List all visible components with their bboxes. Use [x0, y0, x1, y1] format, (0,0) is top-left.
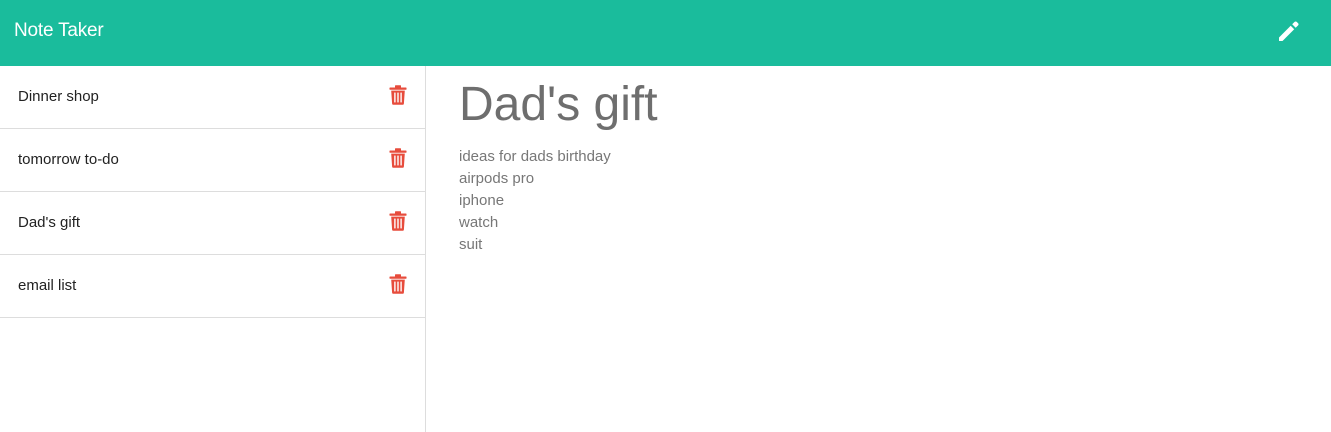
note-list-item-tomorrow-to-do[interactable]: tomorrow to-do	[0, 129, 425, 192]
note-list-item-dads-gift[interactable]: Dad's gift	[0, 192, 425, 255]
navbar: Note Taker	[0, 0, 1331, 66]
note-list-item-title: tomorrow to-do	[18, 151, 119, 168]
new-note-button[interactable]	[1271, 13, 1307, 49]
note-list: Dinner shop tomorrow to-do Dad's gift em…	[0, 66, 425, 318]
trash-icon[interactable]	[389, 211, 407, 231]
notes-sidebar: Dinner shop tomorrow to-do Dad's gift em…	[0, 66, 426, 432]
trash-icon[interactable]	[389, 148, 407, 168]
note-list-item-email-list[interactable]: email list	[0, 255, 425, 318]
note-list-item-title: Dad's gift	[18, 214, 81, 231]
trash-icon[interactable]	[389, 274, 407, 294]
app-title[interactable]: Note Taker	[14, 20, 104, 42]
note-text-field[interactable]: ideas for dads birthday airpods pro ipho…	[459, 146, 611, 256]
note-list-item-title: email list	[18, 277, 77, 294]
note-editor: Dad's gift ideas for dads birthday airpo…	[427, 66, 1331, 432]
note-list-item-dinner-shop[interactable]: Dinner shop	[0, 66, 425, 129]
pencil-icon	[1279, 21, 1299, 41]
trash-icon[interactable]	[389, 85, 407, 105]
note-title-field[interactable]: Dad's gift	[459, 78, 658, 132]
note-list-item-title: Dinner shop	[18, 88, 99, 105]
